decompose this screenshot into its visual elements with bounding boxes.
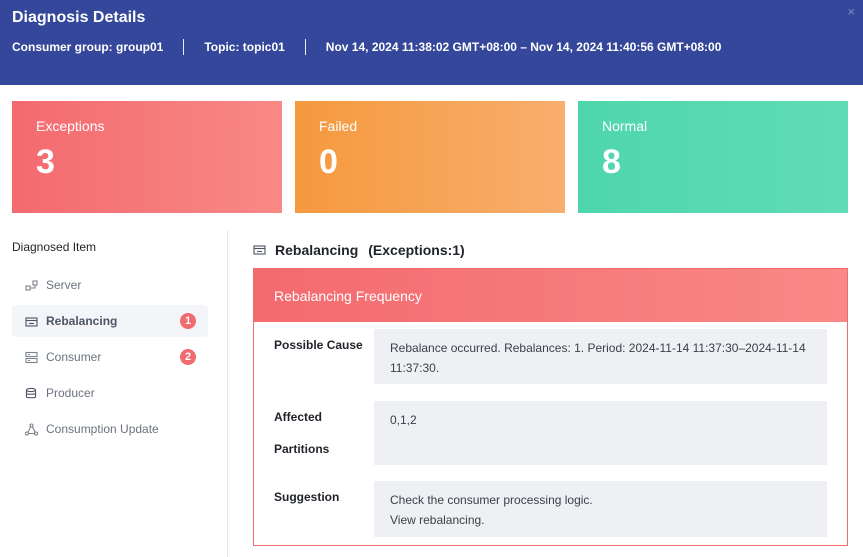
- affected-partitions-value: 0,1,2: [374, 401, 827, 465]
- close-icon[interactable]: ×: [847, 4, 855, 19]
- server-nodes-icon: [24, 278, 38, 292]
- sidebar-item-producer[interactable]: Producer: [12, 377, 208, 409]
- sidebar-item-label: Server: [46, 278, 82, 292]
- meta-divider: [304, 39, 306, 55]
- dialog-title: Diagnosis Details: [12, 9, 146, 26]
- row-label: Affected Partitions: [274, 410, 330, 456]
- row-label: Possible Cause: [274, 338, 363, 352]
- section-exception-count: (Exceptions:1): [368, 242, 465, 258]
- sidebar-item-server[interactable]: Server: [12, 269, 208, 301]
- possible-cause-value: Rebalance occurred. Rebalances: 1. Perio…: [374, 329, 827, 384]
- rebalancing-badge: 1: [180, 313, 196, 329]
- sidebar-item-label: Consumption Update: [46, 422, 159, 436]
- section-title: Rebalancing (Exceptions:1): [253, 242, 465, 258]
- consumption-update-icon: [24, 422, 38, 436]
- meta-divider: [183, 39, 185, 55]
- rebalancing-frequency-panel: Rebalancing Frequency Possible Cause Reb…: [253, 268, 848, 546]
- exceptions-label: Exceptions: [36, 118, 105, 134]
- rebalancing-icon: [253, 243, 267, 257]
- panel-title: Rebalancing Frequency: [254, 269, 847, 322]
- sidebar-item-consumer[interactable]: Consumer 2: [12, 341, 208, 373]
- sidebar-heading: Diagnosed Item: [12, 240, 97, 254]
- view-rebalancing-link[interactable]: View rebalancing.: [390, 510, 811, 530]
- sidebar-item-label: Rebalancing: [46, 314, 118, 328]
- exceptions-count: 3: [36, 143, 55, 181]
- diagnosed-item-sidebar: Diagnosed Item Server Rebalancing 1 Cons…: [0, 230, 228, 557]
- dialog-header: Diagnosis Details × Consumer group: grou…: [0, 0, 863, 85]
- diagnosis-meta: Consumer group: group01 Topic: topic01 N…: [12, 39, 721, 55]
- producer-icon: [24, 386, 38, 400]
- failed-label: Failed: [319, 118, 358, 134]
- sidebar-item-rebalancing[interactable]: Rebalancing 1: [12, 305, 208, 337]
- consumer-icon: [24, 350, 38, 364]
- failed-count: 0: [319, 143, 338, 181]
- row-label: Suggestion: [274, 490, 340, 504]
- topic-text: Topic: topic01: [204, 40, 285, 54]
- sidebar-item-label: Consumer: [46, 350, 102, 364]
- sidebar-item-label: Producer: [46, 386, 95, 400]
- consumer-group-text: Consumer group: group01: [12, 40, 164, 54]
- normal-card: Normal 8: [578, 101, 848, 213]
- value-line: Rebalance occurred. Rebalances: 1. Perio…: [390, 341, 806, 375]
- value-line: 0,1,2: [390, 413, 417, 427]
- sidebar-item-consumption-update[interactable]: Consumption Update: [12, 413, 208, 445]
- value-line: Check the consumer processing logic.: [390, 493, 593, 507]
- normal-count: 8: [602, 143, 621, 181]
- suggestion-value: Check the consumer processing logic. Vie…: [374, 481, 827, 537]
- rebalancing-icon: [24, 314, 38, 328]
- section-title-text: Rebalancing: [275, 242, 359, 258]
- exceptions-card: Exceptions 3: [12, 101, 282, 213]
- consumer-badge: 2: [180, 349, 196, 365]
- time-range-text: Nov 14, 2024 11:38:02 GMT+08:00 – Nov 14…: [325, 40, 722, 54]
- normal-label: Normal: [602, 118, 648, 134]
- failed-card: Failed 0: [295, 101, 565, 213]
